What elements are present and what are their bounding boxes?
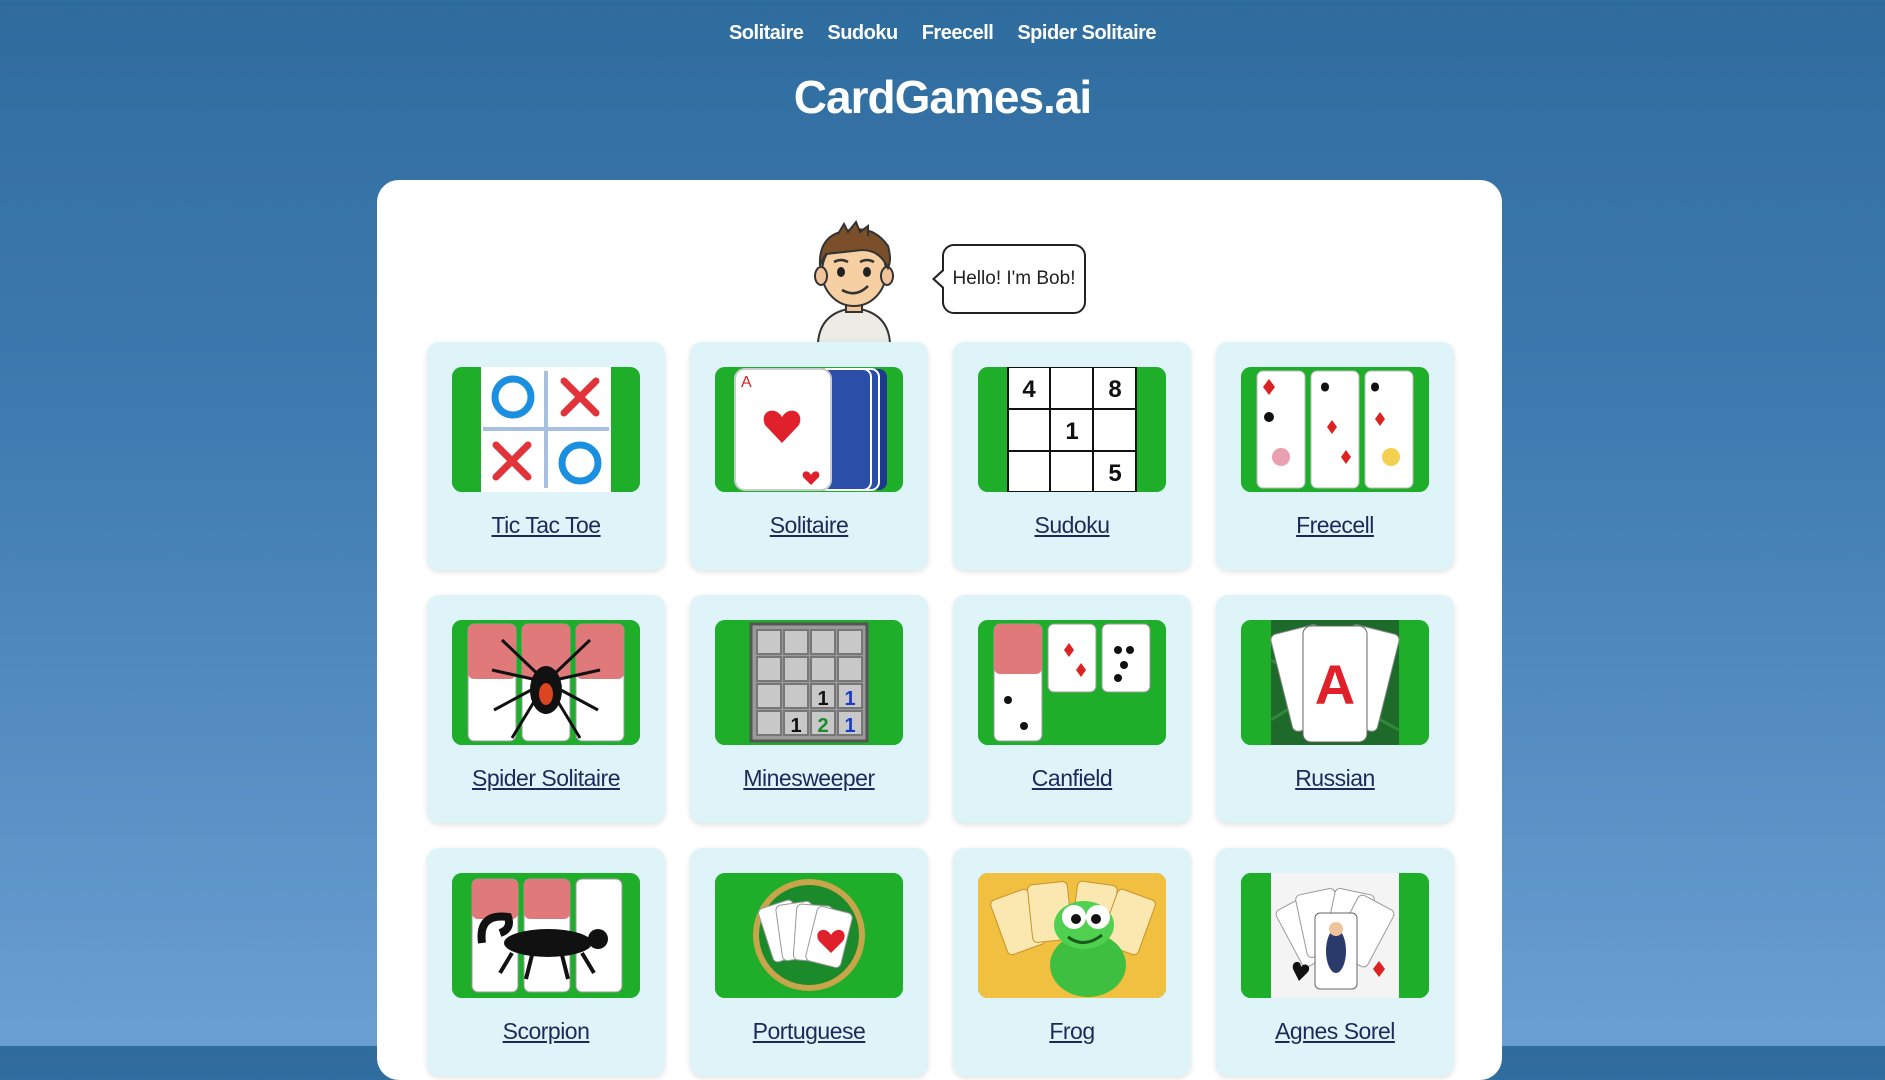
top-nav: Solitaire Sudoku Freecell Spider Solitai… xyxy=(0,22,1885,45)
russian-card-letter: A xyxy=(1315,653,1355,716)
solitaire-icon: A xyxy=(715,367,903,492)
mine-count: 1 xyxy=(817,688,828,710)
game-card-freecell[interactable]: Freecell xyxy=(1216,342,1454,570)
portuguese-icon xyxy=(715,873,903,998)
sudoku-digit: 5 xyxy=(1108,460,1121,487)
game-card-spider-solitaire[interactable]: Spider Solitaire xyxy=(427,595,665,823)
canfield-icon xyxy=(978,620,1166,745)
mine-count: 1 xyxy=(844,688,855,710)
game-card-russian[interactable]: A Russian xyxy=(1216,595,1454,823)
game-link-sudoku[interactable]: Sudoku xyxy=(953,512,1191,539)
game-link-scorpion[interactable]: Scorpion xyxy=(427,1018,665,1045)
game-link-spider-solitaire[interactable]: Spider Solitaire xyxy=(427,765,665,792)
game-grid: Tic Tac Toe A Solitaire 4 8 1 5 Sudoku F… xyxy=(427,342,1454,1076)
game-card-scorpion[interactable]: Scorpion xyxy=(427,848,665,1076)
game-card-agnes-sorel[interactable]: Agnes Sorel xyxy=(1216,848,1454,1076)
game-link-russian[interactable]: Russian xyxy=(1216,765,1454,792)
minesweeper-icon: 1 1 1 2 1 xyxy=(715,620,903,745)
game-card-minesweeper[interactable]: 1 1 1 2 1 Minesweeper xyxy=(690,595,928,823)
game-link-minesweeper[interactable]: Minesweeper xyxy=(690,765,928,792)
game-card-portuguese[interactable]: Portuguese xyxy=(690,848,928,1076)
game-link-solitaire[interactable]: Solitaire xyxy=(690,512,928,539)
sudoku-digit: 8 xyxy=(1108,376,1121,403)
nav-link-freecell[interactable]: Freecell xyxy=(922,22,994,45)
bob-speech-bubble: Hello! I'm Bob! xyxy=(932,244,1086,314)
nav-link-solitaire[interactable]: Solitaire xyxy=(729,22,804,45)
bob-avatar-icon xyxy=(814,220,894,343)
agnes-sorel-icon xyxy=(1241,873,1429,998)
game-link-canfield[interactable]: Canfield xyxy=(953,765,1191,792)
game-card-canfield[interactable]: Canfield xyxy=(953,595,1191,823)
games-panel: Hello! I'm Bob! Tic Tac Toe A Solitaire … xyxy=(377,180,1502,1080)
scorpion-icon xyxy=(452,873,640,998)
game-card-tic-tac-toe[interactable]: Tic Tac Toe xyxy=(427,342,665,570)
freecell-icon xyxy=(1241,367,1429,492)
site-title: CardGames.ai xyxy=(793,71,1092,123)
game-card-solitaire[interactable]: A Solitaire xyxy=(690,342,928,570)
mine-count: 1 xyxy=(790,715,801,737)
tic-tac-toe-icon xyxy=(452,367,640,492)
game-card-frog[interactable]: Frog xyxy=(953,848,1191,1076)
mine-count: 1 xyxy=(844,715,855,737)
nav-link-sudoku[interactable]: Sudoku xyxy=(827,22,898,45)
svg-text:A: A xyxy=(741,374,752,391)
mine-count: 2 xyxy=(817,715,828,737)
game-link-tic-tac-toe[interactable]: Tic Tac Toe xyxy=(427,512,665,539)
game-link-frog[interactable]: Frog xyxy=(953,1018,1191,1045)
game-link-agnes-sorel[interactable]: Agnes Sorel xyxy=(1216,1018,1454,1045)
spider-solitaire-icon xyxy=(452,620,640,745)
game-card-sudoku[interactable]: 4 8 1 5 Sudoku xyxy=(953,342,1191,570)
sudoku-digit: 1 xyxy=(1065,418,1078,445)
frog-icon xyxy=(978,873,1166,998)
sudoku-digit: 4 xyxy=(1022,376,1036,403)
game-link-portuguese[interactable]: Portuguese xyxy=(690,1018,928,1045)
sudoku-icon: 4 8 1 5 xyxy=(978,367,1166,492)
nav-link-spider-solitaire[interactable]: Spider Solitaire xyxy=(1017,22,1156,45)
game-link-freecell[interactable]: Freecell xyxy=(1216,512,1454,539)
russian-icon: A xyxy=(1241,620,1429,745)
